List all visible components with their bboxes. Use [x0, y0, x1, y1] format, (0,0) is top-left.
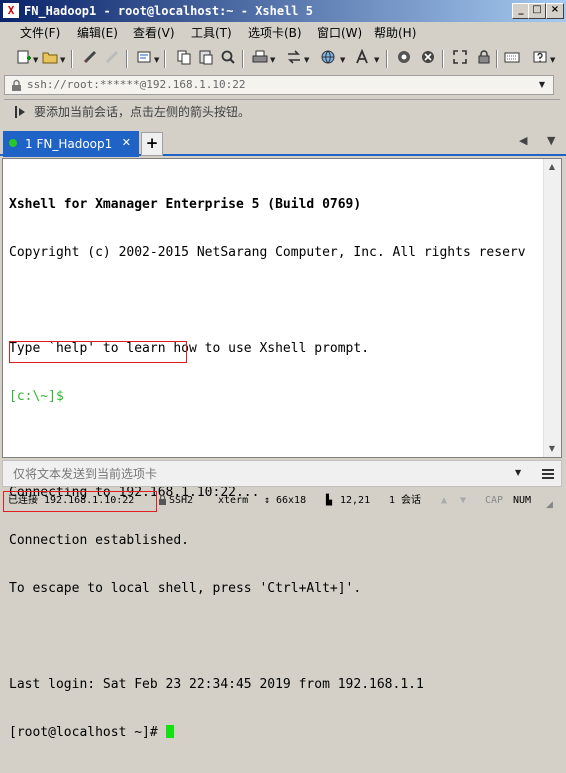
- fullscreen-icon[interactable]: [450, 49, 470, 69]
- prompt-highlight-box: [9, 341, 187, 363]
- properties-icon[interactable]: [134, 49, 154, 69]
- terminal-line: To escape to local shell, press 'Ctrl+Al…: [9, 581, 362, 596]
- tab-list-dropdown-icon[interactable]: ▼: [547, 134, 555, 147]
- terminal-line: Last login: Sat Feb 23 22:34:45 2019 fro…: [9, 677, 424, 692]
- menu-edit[interactable]: 编辑(E): [77, 25, 118, 41]
- shell-prompt-line[interactable]: [root@localhost ~]#: [9, 725, 526, 741]
- status-bar: 已连接 192.168.1.10:22 SSH2 xterm ↕ 66x18 ▙…: [0, 489, 566, 516]
- status-caps: CAP: [485, 495, 504, 506]
- find-icon[interactable]: [218, 49, 238, 69]
- open-folder-icon[interactable]: [40, 49, 60, 69]
- new-session-dropdown-icon[interactable]: ▼: [33, 56, 38, 64]
- add-tab-button[interactable]: +: [141, 132, 163, 156]
- terminal-line: Xshell for Xmanager Enterprise 5 (Build …: [9, 197, 362, 212]
- compose-bar[interactable]: 仅将文本发送到当前选项卡 ▼: [2, 460, 562, 487]
- shell-prompt: [root@localhost ~]#: [9, 725, 166, 740]
- connection-highlight-box: [3, 491, 157, 512]
- maximize-button[interactable]: □: [528, 3, 546, 19]
- font-icon[interactable]: [352, 48, 372, 69]
- globe-dropdown-icon[interactable]: ▼: [340, 56, 345, 64]
- toolbar-separator: [386, 50, 388, 68]
- xftp-icon[interactable]: [394, 49, 414, 69]
- help-dropdown-icon[interactable]: ▼: [550, 56, 555, 64]
- terminal-line: Copyright (c) 2002-2015 NetSarang Comput…: [9, 245, 526, 260]
- compose-dropdown-icon[interactable]: ▼: [515, 468, 521, 477]
- xshell-app-icon: X: [3, 3, 19, 18]
- resize-grip-icon[interactable]: ◢: [546, 499, 558, 511]
- print-icon[interactable]: [250, 49, 270, 69]
- tab-close-icon[interactable]: ✕: [122, 136, 131, 150]
- menu-tools[interactable]: 工具(T): [191, 25, 232, 41]
- status-num: NUM: [513, 495, 532, 506]
- address-lock-icon: [12, 79, 21, 91]
- transfer-dropdown-icon[interactable]: ▼: [304, 56, 309, 64]
- transfer-icon[interactable]: [284, 49, 304, 69]
- add-session-arrow-icon[interactable]: [14, 105, 28, 119]
- globe-icon[interactable]: [318, 49, 338, 69]
- menu-file[interactable]: 文件(F): [20, 25, 60, 41]
- tab-bar: 1 FN_Hadoop1 ✕ + ◀ ▼: [0, 128, 566, 157]
- close-button[interactable]: ×: [546, 3, 564, 19]
- toolbar-separator: [496, 50, 498, 68]
- copy-icon[interactable]: [174, 49, 194, 69]
- print-dropdown-icon[interactable]: ▼: [270, 56, 275, 64]
- scroll-up-icon[interactable]: ▲: [544, 159, 560, 175]
- menu-bar: 文件(F) 编辑(E) 查看(V) 工具(T) 选项卡(B) 窗口(W) 帮助(…: [0, 22, 566, 44]
- font-dropdown-icon[interactable]: ▼: [374, 56, 379, 64]
- terminal-cursor: [165, 725, 174, 738]
- terminal-scrollbar[interactable]: ▲ ▼: [543, 159, 561, 457]
- paste-icon[interactable]: [196, 49, 216, 69]
- status-cursor-position: 12,21: [340, 495, 371, 506]
- ssh-lock-icon: [159, 494, 166, 505]
- session-hint-text: 要添加当前会话，点击左侧的箭头按钮。: [34, 105, 251, 119]
- help-icon[interactable]: [530, 49, 550, 69]
- open-dropdown-icon[interactable]: ▼: [60, 56, 65, 64]
- window-title: FN_Hadoop1 - root@localhost:~ - Xshell 5: [24, 4, 313, 18]
- toolbar: ▼ ▼ ▼ ▼ ▼ ▼ ▼ ▼: [0, 45, 566, 73]
- address-input[interactable]: ssh://root:******@192.168.1.10:22: [27, 78, 246, 92]
- disconnect-icon[interactable]: [80, 49, 100, 69]
- title-bar[interactable]: X FN_Hadoop1 - root@localhost:~ - Xshell…: [0, 0, 566, 22]
- toolbar-separator: [71, 50, 73, 68]
- status-size: 66x18: [276, 495, 307, 506]
- menu-view[interactable]: 查看(V): [133, 25, 175, 41]
- menu-help[interactable]: 帮助(H): [374, 25, 416, 41]
- status-sessions: 1 会话: [389, 495, 422, 506]
- address-bar[interactable]: ssh://root:******@192.168.1.10:22 ▼: [4, 75, 554, 95]
- cursor-position-icon: ▙: [326, 495, 333, 506]
- compose-input[interactable]: 仅将文本发送到当前选项卡: [13, 466, 157, 482]
- properties-dropdown-icon[interactable]: ▼: [154, 56, 159, 64]
- status-terminal-type: xterm: [218, 495, 249, 506]
- menu-window[interactable]: 窗口(W): [317, 25, 362, 41]
- menu-tabs[interactable]: 选项卡(B): [248, 25, 302, 41]
- terminal-output[interactable]: Xshell for Xmanager Enterprise 5 (Build …: [2, 158, 562, 740]
- session-up-icon[interactable]: ▲: [441, 494, 447, 508]
- session-hint-bar: 要添加当前会话，点击左侧的箭头按钮。: [4, 99, 560, 123]
- connected-status-icon: [9, 139, 17, 147]
- toolbar-separator: [242, 50, 244, 68]
- tab-list-icon[interactable]: ◀: [519, 134, 527, 147]
- toolbar-separator: [164, 50, 166, 68]
- scroll-down-icon[interactable]: ▼: [544, 441, 560, 457]
- toolbar-separator: [126, 50, 128, 68]
- xmanager-icon[interactable]: [418, 49, 438, 69]
- keyboard-icon[interactable]: [502, 49, 522, 69]
- lock-icon[interactable]: [474, 49, 494, 69]
- toolbar-separator: [442, 50, 444, 68]
- terminal-line: Connection established.: [9, 533, 190, 548]
- session-down-icon[interactable]: ▼: [460, 494, 466, 508]
- tab-fn-hadoop1[interactable]: 1 FN_Hadoop1 ✕: [3, 131, 139, 157]
- compose-menu-icon[interactable]: [541, 467, 555, 481]
- local-prompt-line: [c:\~]$: [9, 389, 64, 404]
- new-session-icon[interactable]: [14, 49, 34, 69]
- terminal-size-icon: ↕: [264, 495, 271, 506]
- address-dropdown-icon[interactable]: ▼: [539, 80, 545, 89]
- reconnect-icon[interactable]: [102, 49, 122, 69]
- status-protocol: SSH2: [169, 495, 194, 506]
- tab-label: 1 FN_Hadoop1: [25, 137, 113, 151]
